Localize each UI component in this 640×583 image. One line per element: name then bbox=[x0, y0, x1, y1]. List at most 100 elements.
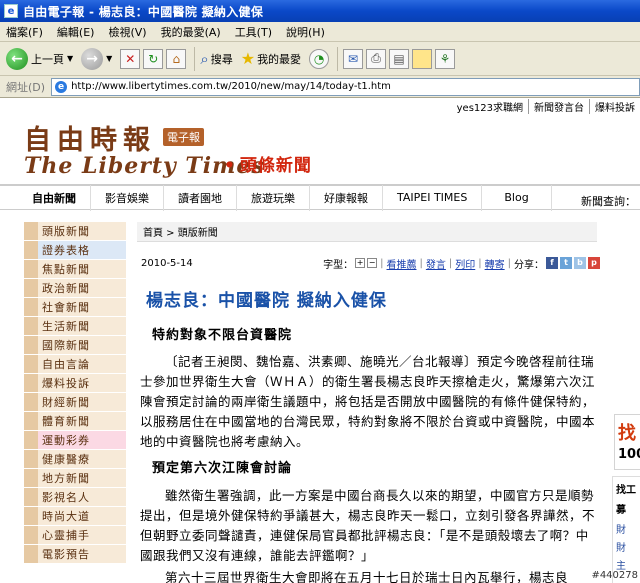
forward-button[interactable]: → ▼ bbox=[81, 47, 112, 70]
back-dropdown-icon[interactable]: ▼ bbox=[67, 54, 73, 63]
top-link-yes123[interactable]: yes123求職網 bbox=[452, 98, 529, 114]
favorites-label: 我的最愛 bbox=[257, 52, 302, 66]
nav-travel[interactable]: 旅遊玩樂 bbox=[237, 184, 310, 211]
stop-icon[interactable]: ✕ bbox=[120, 48, 141, 69]
menu-tools[interactable]: 工具(T) bbox=[235, 24, 272, 40]
comment-link[interactable]: 發言 bbox=[426, 256, 446, 271]
plurk-icon[interactable]: p bbox=[588, 257, 600, 269]
address-input[interactable]: e http://www.libertytimes.com.tw/2010/ne… bbox=[51, 77, 640, 96]
right-col-header: 找工 bbox=[616, 485, 636, 496]
article-tools: 字型： + − | 看推薦 | 發言 | 列印 | 轉寄 | 分享： f t b… bbox=[323, 256, 600, 271]
search-button[interactable]: ⌕ 搜尋 bbox=[200, 50, 232, 68]
sidebar-item-movie-trailers[interactable]: 電影預告 bbox=[24, 545, 126, 563]
image-watermark: #440278 bbox=[591, 570, 638, 581]
forward-link[interactable]: 轉寄 bbox=[485, 256, 505, 271]
article-subhead-2: 預定第六次江陳會討論 bbox=[152, 461, 293, 476]
logo-chinese[interactable]: 自由時報 bbox=[24, 118, 156, 157]
font-increase-button[interactable]: + bbox=[355, 258, 366, 268]
article-subhead-1: 特約對象不限台資醫院 bbox=[152, 328, 293, 343]
font-decrease-button[interactable]: − bbox=[367, 258, 378, 268]
sidebar-item-sports[interactable]: 體育新聞 bbox=[24, 412, 126, 430]
star-icon: ★ bbox=[240, 49, 256, 68]
recommend-link[interactable]: 看推薦 bbox=[387, 256, 417, 271]
main-nav: 自由新聞 影音娛樂 讀者園地 旅遊玩樂 好康報報 TAIPEI TIMES Bl… bbox=[0, 184, 640, 211]
history-icon[interactable]: ◔ bbox=[309, 48, 330, 69]
menu-view[interactable]: 檢視(V) bbox=[108, 24, 146, 40]
sidebar-item-stock-tables[interactable]: 證券表格 bbox=[24, 241, 126, 259]
messenger-icon[interactable]: ⚘ bbox=[435, 48, 456, 69]
sidebar-item-health[interactable]: 健康醫療 bbox=[24, 450, 126, 468]
share-label: 分享： bbox=[514, 259, 544, 271]
right-col-link[interactable]: 財 bbox=[616, 539, 626, 554]
back-button[interactable]: ← 上一頁 ▼ bbox=[6, 47, 73, 70]
web-page: yes123求職網 新聞發言台 爆料投訴 自由時報 電子報 The Libert… bbox=[0, 98, 640, 583]
menu-file[interactable]: 檔案(F) bbox=[6, 24, 43, 40]
tools-separator: | bbox=[478, 257, 482, 269]
ie-app-icon: e bbox=[4, 4, 18, 18]
sidebar-item-society[interactable]: 社會新聞 bbox=[24, 298, 126, 316]
right-job-column: 找工 募 財 財 主 bbox=[612, 476, 640, 583]
discuss-icon[interactable] bbox=[412, 48, 433, 69]
tools-separator: | bbox=[419, 257, 423, 269]
print-icon[interactable]: ⎙ bbox=[366, 48, 387, 69]
sidebar-item-tips[interactable]: 爆料投訴 bbox=[24, 374, 126, 392]
top-link-forum[interactable]: 新聞發言台 bbox=[529, 98, 590, 114]
menu-edit[interactable]: 編輯(E) bbox=[57, 24, 95, 40]
article-paragraph-3: 第六十三屆世界衛生大會即將在五月十七日於瑞士日內瓦舉行，楊志良 bbox=[165, 570, 569, 583]
news-search-label: 新聞查詢： bbox=[581, 195, 636, 208]
right-col-link[interactable]: 財 bbox=[616, 521, 626, 536]
bookmark-icon[interactable]: b bbox=[574, 257, 586, 269]
article-paragraph-1: 〔記者王昶閔、魏怡嘉、洪素卿、施曉光／台北報導〕預定今晚啓程前往瑞士參加世界衛生… bbox=[140, 354, 596, 449]
nav-liberty-news[interactable]: 自由新聞 bbox=[0, 184, 91, 211]
section-title: • 頭條新聞 bbox=[224, 151, 312, 176]
tools-separator: | bbox=[448, 257, 453, 269]
sidebar-item-celebrities[interactable]: 影視名人 bbox=[24, 488, 126, 506]
menu-help[interactable]: 說明(H) bbox=[286, 24, 325, 40]
twitter-icon[interactable]: t bbox=[560, 257, 572, 269]
favorites-button[interactable]: ★ 我的最愛 bbox=[241, 49, 301, 68]
sidebar-item-international[interactable]: 國際新聞 bbox=[24, 336, 126, 354]
window-title: 自由電子報 - 楊志良：中國醫院 擬納入健保 bbox=[23, 4, 264, 19]
right-ad-box[interactable]: 找 100 bbox=[614, 414, 640, 470]
sidebar: 頭版新聞 證券表格 焦點新聞 政治新聞 社會新聞 生活新聞 國際新聞 自由言論 … bbox=[24, 222, 126, 564]
right-col-subheader: 募 bbox=[616, 505, 626, 516]
nav-entertainment[interactable]: 影音娛樂 bbox=[91, 184, 164, 211]
sidebar-item-local[interactable]: 地方新聞 bbox=[24, 469, 126, 487]
page-icon: e bbox=[55, 80, 68, 93]
facebook-icon[interactable]: f bbox=[546, 257, 558, 269]
top-links: yes123求職網 新聞發言台 爆料投訴 bbox=[452, 98, 640, 114]
article-meta: 2010-5-14 字型： + − | 看推薦 | 發言 | 列印 | 轉寄 |… bbox=[137, 254, 600, 272]
logo-badge: 電子報 bbox=[163, 128, 204, 146]
menu-favorites[interactable]: 我的最愛(A) bbox=[161, 24, 221, 40]
article-date: 2010-5-14 bbox=[141, 257, 193, 269]
refresh-icon[interactable]: ↻ bbox=[143, 48, 164, 69]
menu-bar: 檔案(F) 編輯(E) 檢視(V) 我的最愛(A) 工具(T) 說明(H) bbox=[0, 22, 640, 42]
toolbar-separator bbox=[194, 46, 196, 71]
search-icon: ⌕ bbox=[200, 49, 209, 68]
nav-deals[interactable]: 好康報報 bbox=[310, 184, 383, 211]
font-size-label: 字型： bbox=[323, 259, 354, 271]
sidebar-item-sports-lottery[interactable]: 運動彩券 bbox=[24, 431, 126, 449]
address-label: 網址(D) bbox=[6, 80, 46, 94]
sidebar-item-focus[interactable]: 焦點新聞 bbox=[24, 260, 126, 278]
nav-readers[interactable]: 讀者園地 bbox=[164, 184, 237, 211]
nav-blog[interactable]: Blog bbox=[482, 184, 552, 211]
nav-taipei-times[interactable]: TAIPEI TIMES bbox=[383, 184, 483, 211]
sidebar-item-finance[interactable]: 財經新聞 bbox=[24, 393, 126, 411]
sidebar-item-politics[interactable]: 政治新聞 bbox=[24, 279, 126, 297]
sidebar-item-front-page[interactable]: 頭版新聞 bbox=[24, 222, 126, 240]
edit-icon[interactable]: ▤ bbox=[389, 48, 410, 69]
sidebar-item-mind[interactable]: 心靈捕手 bbox=[24, 526, 126, 544]
sidebar-item-life[interactable]: 生活新聞 bbox=[24, 317, 126, 335]
toolbar: ← 上一頁 ▼ → ▼ ✕ ↻ ⌂ ⌕ 搜尋 ★ 我的最愛 ◔ ✉ ⎙ ▤ ⚘ bbox=[0, 42, 640, 76]
print-link[interactable]: 列印 bbox=[455, 256, 475, 271]
mail-icon[interactable]: ✉ bbox=[343, 48, 364, 69]
toolbar-separator bbox=[337, 46, 339, 71]
home-icon[interactable]: ⌂ bbox=[166, 48, 187, 69]
tools-separator: | bbox=[507, 257, 511, 269]
top-link-report[interactable]: 爆料投訴 bbox=[590, 99, 640, 114]
forward-dropdown-icon[interactable]: ▼ bbox=[106, 54, 112, 63]
sidebar-item-opinion[interactable]: 自由言論 bbox=[24, 355, 126, 373]
address-url: http://www.libertytimes.com.tw/2010/new/… bbox=[71, 81, 391, 92]
sidebar-item-fashion[interactable]: 時尚大道 bbox=[24, 507, 126, 525]
